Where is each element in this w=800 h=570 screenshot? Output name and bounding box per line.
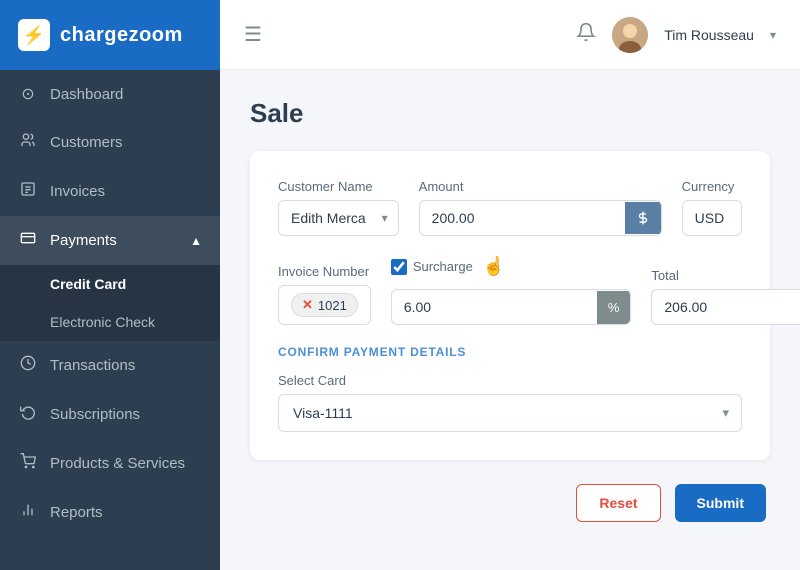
sidebar-item-transactions[interactable]: Transactions: [0, 341, 220, 390]
page-title: Sale: [250, 98, 770, 129]
invoice-tag-close-icon[interactable]: ✕: [302, 297, 313, 313]
amount-input[interactable]: [420, 201, 625, 235]
currency-label: Currency: [682, 179, 742, 194]
select-card-label: Select Card: [278, 373, 742, 388]
payments-submenu: Credit Card Electronic Check: [0, 265, 220, 341]
sidebar-item-products[interactable]: Products & Services: [0, 439, 220, 488]
percent-icon: %: [608, 300, 620, 315]
logo-icon: ⚡: [18, 19, 50, 51]
header: ☰ Tim Rousseau ▾: [220, 0, 800, 70]
sale-form-card: Customer Name Edith MercadoJohn SmithJan…: [250, 151, 770, 460]
invoice-tag: ✕ 1021: [291, 293, 358, 317]
amount-group: Amount: [419, 179, 662, 236]
sidebar-item-transactions-label: Transactions: [50, 357, 135, 374]
subscriptions-icon: [18, 404, 38, 425]
total-label: Total: [651, 268, 800, 283]
avatar: [612, 17, 648, 53]
credit-card-label: Credit Card: [50, 276, 126, 292]
customer-name-label: Customer Name: [278, 179, 399, 194]
dashboard-icon: ⊙: [18, 84, 38, 104]
invoice-tag-value: 1021: [318, 298, 347, 313]
hamburger-icon[interactable]: ☰: [244, 22, 262, 47]
customer-name-select[interactable]: Edith MercadoJohn SmithJane Doe: [279, 201, 398, 235]
customer-name-select-wrapper: Edith MercadoJohn SmithJane Doe ▾: [278, 200, 399, 236]
sidebar: ⚡ chargezoom ⊙ Dashboard Customers Invoi…: [0, 0, 220, 570]
surcharge-percent-btn[interactable]: %: [597, 291, 631, 324]
payments-icon: [18, 230, 38, 251]
invoices-icon: [18, 181, 38, 202]
sidebar-item-payments[interactable]: Payments ▲: [0, 216, 220, 265]
confirm-section-title: CONFIRM PAYMENT DETAILS: [278, 345, 742, 359]
surcharge-label-row: Surcharge ☝: [391, 256, 632, 277]
notification-bell-icon[interactable]: [576, 22, 596, 47]
form-footer: Reset Submit: [250, 484, 770, 522]
reports-icon: [18, 502, 38, 523]
amount-icon-btn[interactable]: [625, 202, 661, 234]
total-input[interactable]: [652, 290, 800, 324]
sidebar-item-payments-label: Payments: [50, 232, 117, 249]
payments-arrow-icon: ▲: [190, 234, 202, 248]
cursor-hand-icon: ☝: [483, 256, 505, 277]
customer-name-group: Customer Name Edith MercadoJohn SmithJan…: [278, 179, 399, 236]
sidebar-item-invoices-label: Invoices: [50, 183, 105, 200]
total-input-wrapper: [651, 289, 800, 325]
electronic-check-label: Electronic Check: [50, 314, 155, 330]
sidebar-item-invoices[interactable]: Invoices: [0, 167, 220, 216]
amount-label: Amount: [419, 179, 662, 194]
user-name: Tim Rousseau: [664, 27, 754, 43]
currency-input[interactable]: [682, 200, 742, 236]
sidebar-item-reports[interactable]: Reports: [0, 488, 220, 537]
sidebar-item-products-label: Products & Services: [50, 455, 185, 472]
sidebar-item-subscriptions-label: Subscriptions: [50, 406, 140, 423]
surcharge-label: Surcharge: [413, 259, 473, 274]
sidebar-item-customers[interactable]: Customers: [0, 118, 220, 167]
surcharge-input[interactable]: [392, 290, 597, 324]
sidebar-nav: ⊙ Dashboard Customers Invoices Payments …: [0, 70, 220, 537]
customers-icon: [18, 132, 38, 153]
logo-text: chargezoom: [60, 24, 183, 47]
form-row-2: Invoice Number ✕ 1021 Surcharge ☝: [278, 256, 742, 325]
user-dropdown-arrow-icon[interactable]: ▾: [770, 28, 776, 42]
surcharge-input-wrapper: %: [391, 289, 632, 325]
reset-button[interactable]: Reset: [576, 484, 660, 522]
invoice-number-group: Invoice Number ✕ 1021: [278, 264, 371, 325]
select-card-group: Select Card Visa-1111Mastercard-2222Amex…: [278, 373, 742, 432]
card-select[interactable]: Visa-1111Mastercard-2222Amex-3333: [279, 395, 741, 431]
transactions-icon: [18, 355, 38, 376]
card-select-wrapper: Visa-1111Mastercard-2222Amex-3333 ▾: [278, 394, 742, 432]
sidebar-item-electronic-check[interactable]: Electronic Check: [0, 303, 220, 341]
sidebar-item-dashboard[interactable]: ⊙ Dashboard: [0, 70, 220, 118]
currency-group: Currency: [682, 179, 742, 236]
main-area: ☰ Tim Rousseau ▾ Sale Customer Name Edit…: [220, 0, 800, 570]
sidebar-item-subscriptions[interactable]: Subscriptions: [0, 390, 220, 439]
invoice-number-label: Invoice Number: [278, 264, 371, 279]
surcharge-checkbox[interactable]: [391, 259, 407, 275]
sidebar-item-reports-label: Reports: [50, 504, 103, 521]
surcharge-group: Surcharge ☝ %: [391, 256, 632, 325]
total-group: Total: [651, 268, 800, 325]
products-icon: [18, 453, 38, 474]
logo[interactable]: ⚡ chargezoom: [0, 0, 220, 70]
invoice-tag-wrapper[interactable]: ✕ 1021: [278, 285, 371, 325]
amount-input-wrapper: [419, 200, 662, 236]
sidebar-item-customers-label: Customers: [50, 134, 123, 151]
sidebar-item-credit-card[interactable]: Credit Card: [0, 265, 220, 303]
page-content: Sale Customer Name Edith MercadoJohn Smi…: [220, 70, 800, 570]
form-row-1: Customer Name Edith MercadoJohn SmithJan…: [278, 179, 742, 236]
submit-button[interactable]: Submit: [675, 484, 766, 522]
sidebar-item-dashboard-label: Dashboard: [50, 86, 123, 103]
